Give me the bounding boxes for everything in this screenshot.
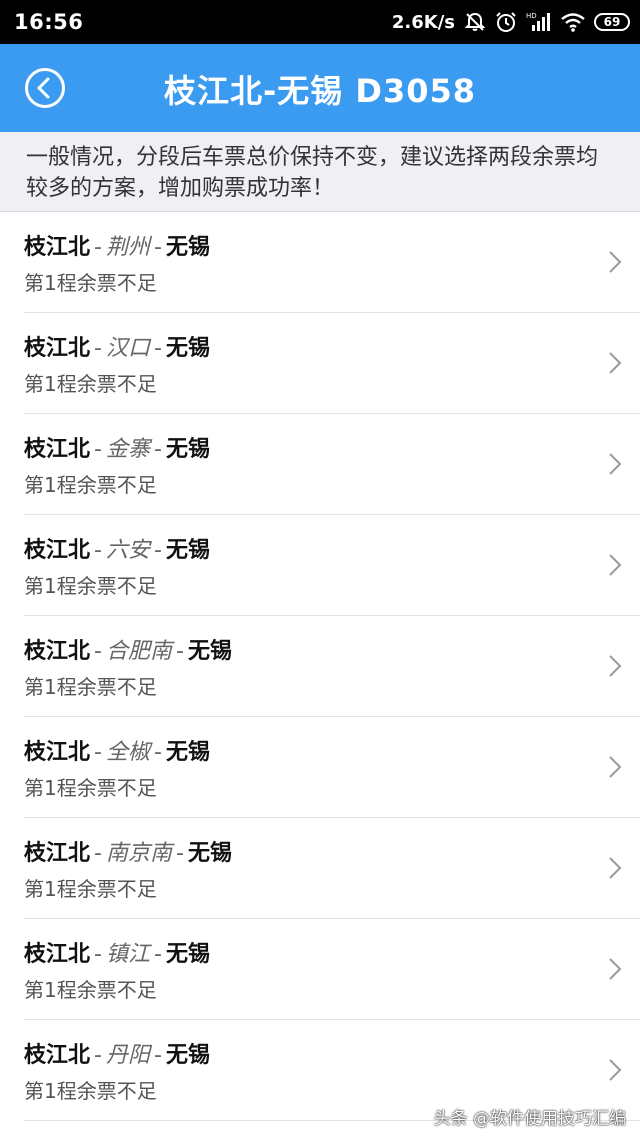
route-separator: - [153, 235, 162, 260]
route-to: 无锡 [165, 740, 210, 765]
status-time: 16:56 [14, 10, 84, 34]
route-status: 第1程余票不足 [24, 271, 157, 295]
route-line: 枝江北 - 镇江 - 无锡 [24, 936, 210, 968]
route-from: 枝江北 [24, 437, 91, 462]
route-separator: - [153, 437, 162, 462]
route-separator: - [153, 740, 162, 765]
chevron-right-icon [608, 250, 622, 274]
signal-icon: HD [526, 11, 552, 33]
status-icons: 2.6K/s HD 69 [392, 8, 630, 36]
route-via: 全椒 [105, 740, 150, 765]
route-line: 枝江北 - 六安 - 无锡 [24, 532, 210, 564]
route-separator: - [94, 841, 102, 866]
route-separator: - [175, 841, 184, 866]
route-status: 第1程余票不足 [24, 978, 157, 1002]
svg-text:HD: HD [526, 12, 537, 20]
route-item-hankou[interactable]: 枝江北 - 汉口 - 无锡 第1程余票不足 [24, 313, 640, 414]
chevron-right-icon [608, 957, 622, 981]
route-separator: - [153, 1043, 162, 1068]
route-item-quanjiao[interactable]: 枝江北 - 全椒 - 无锡 第1程余票不足 [24, 717, 640, 818]
route-line: 枝江北 - 荆州 - 无锡 [24, 229, 210, 261]
route-to: 无锡 [165, 336, 210, 361]
route-separator: - [153, 942, 162, 967]
page-title: 枝江北-无锡 D3058 [163, 72, 477, 110]
route-item-jinzhai[interactable]: 枝江北 - 金寨 - 无锡 第1程余票不足 [24, 414, 640, 515]
route-via: 荆州 [105, 235, 150, 260]
route-to: 无锡 [165, 942, 210, 967]
alarm-icon [495, 11, 517, 33]
route-separator: - [94, 538, 102, 563]
route-status: 第1程余票不足 [24, 372, 157, 396]
notice-text: 一般情况，分段后车票总价保持不变，建议选择两段余票均较多的方案，增加购票成功率！ [26, 145, 599, 201]
notice-banner: 一般情况，分段后车票总价保持不变，建议选择两段余票均较多的方案，增加购票成功率！ [0, 132, 640, 212]
route-separator: - [94, 1043, 102, 1068]
route-line: 枝江北 - 合肥南 - 无锡 [24, 633, 232, 665]
route-from: 枝江北 [24, 538, 91, 563]
route-line: 枝江北 - 丹阳 - 无锡 [24, 1037, 210, 1069]
route-status: 第1程余票不足 [24, 675, 157, 699]
chevron-right-icon [608, 553, 622, 577]
route-item-luan[interactable]: 枝江北 - 六安 - 无锡 第1程余票不足 [24, 515, 640, 616]
wifi-icon [561, 12, 585, 32]
route-to: 无锡 [187, 639, 232, 664]
route-via: 金寨 [105, 437, 150, 462]
route-separator: - [94, 235, 102, 260]
route-via: 汉口 [105, 336, 150, 361]
route-separator: - [94, 740, 102, 765]
route-from: 枝江北 [24, 235, 91, 260]
chevron-right-icon [608, 856, 622, 880]
route-line: 枝江北 - 全椒 - 无锡 [24, 734, 210, 766]
route-from: 枝江北 [24, 639, 91, 664]
route-line: 枝江北 - 南京南 - 无锡 [24, 835, 232, 867]
route-from: 枝江北 [24, 336, 91, 361]
route-to: 无锡 [165, 538, 210, 563]
battery-icon: 69 [594, 13, 630, 31]
chevron-right-icon [608, 1058, 622, 1082]
route-line: 枝江北 - 金寨 - 无锡 [24, 431, 210, 463]
chevron-right-icon [608, 452, 622, 476]
route-separator: - [94, 437, 102, 462]
route-list: 枝江北 - 荆州 - 无锡 第1程余票不足 枝江北 - 汉口 - 无锡 第1程余票不足 枝江北 -… [0, 212, 640, 1121]
chevron-right-icon [608, 351, 622, 375]
route-via: 合肥南 [105, 639, 172, 664]
route-via: 镇江 [105, 942, 150, 967]
route-to: 无锡 [165, 1043, 210, 1068]
route-item-jingzhou[interactable]: 枝江北 - 荆州 - 无锡 第1程余票不足 [24, 212, 640, 313]
status-bar: 16:56 2.6K/s HD 69 [0, 0, 640, 44]
route-separator: - [153, 336, 162, 361]
route-to: 无锡 [187, 841, 232, 866]
route-from: 枝江北 [24, 1043, 91, 1068]
chevron-right-icon [608, 654, 622, 678]
route-to: 无锡 [165, 235, 210, 260]
header-bar: 枝江北-无锡 D3058 [0, 44, 640, 132]
route-from: 枝江北 [24, 740, 91, 765]
route-item-zhenjiang[interactable]: 枝江北 - 镇江 - 无锡 第1程余票不足 [24, 919, 640, 1020]
chevron-right-icon [608, 755, 622, 779]
route-via: 南京南 [105, 841, 172, 866]
route-status: 第1程余票不足 [24, 776, 157, 800]
route-separator: - [175, 639, 184, 664]
route-via: 六安 [105, 538, 150, 563]
route-to: 无锡 [165, 437, 210, 462]
route-separator: - [94, 942, 102, 967]
route-line: 枝江北 - 汉口 - 无锡 [24, 330, 210, 362]
route-status: 第1程余票不足 [24, 473, 157, 497]
watermark: 头条 @软件使用技巧汇编 [433, 1109, 626, 1129]
route-from: 枝江北 [24, 841, 91, 866]
route-via: 丹阳 [105, 1043, 150, 1068]
mute-bell-icon [464, 11, 486, 33]
route-separator: - [94, 639, 102, 664]
route-separator: - [153, 538, 162, 563]
route-from: 枝江北 [24, 942, 91, 967]
route-item-nanjingnan[interactable]: 枝江北 - 南京南 - 无锡 第1程余票不足 [24, 818, 640, 919]
route-separator: - [94, 336, 102, 361]
route-status: 第1程余票不足 [24, 877, 157, 901]
network-speed: 2.6K/s [391, 11, 455, 33]
route-item-hefeinan[interactable]: 枝江北 - 合肥南 - 无锡 第1程余票不足 [24, 616, 640, 717]
route-status: 第1程余票不足 [24, 1079, 157, 1103]
route-status: 第1程余票不足 [24, 574, 157, 598]
